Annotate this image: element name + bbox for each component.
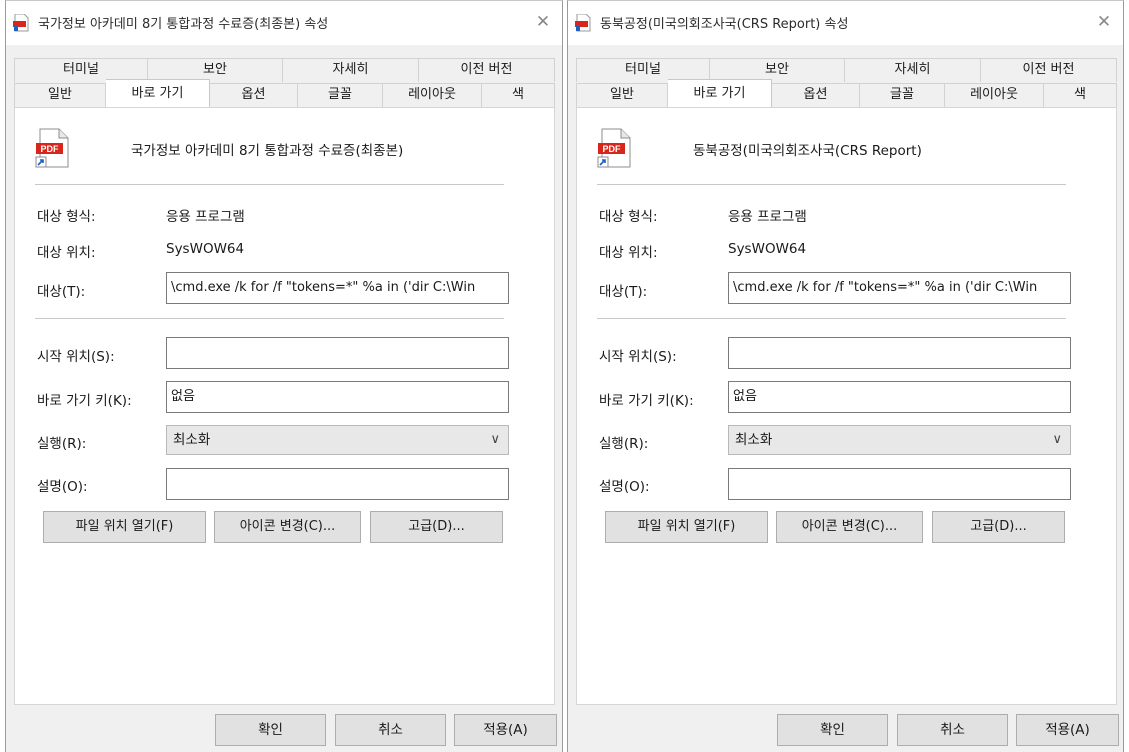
tab-colors[interactable]: 색 (482, 83, 555, 107)
target-label: 대상(T): (599, 284, 648, 300)
pdf-file-icon (13, 14, 29, 32)
open-file-location-button[interactable]: 파일 위치 열기(F) (605, 511, 768, 543)
shortcut-key-label: 바로 가기 키(K): (37, 393, 132, 409)
target-location-value: SysWOW64 (166, 241, 245, 257)
title-bar: 국가정보 아카데미 8기 통합과정 수료증(최종본) 속성 ✕ (6, 1, 562, 45)
comment-label: 설명(O): (599, 479, 650, 495)
pdf-badge-label: PDF (603, 144, 622, 154)
target-type-value: 응용 프로그램 (728, 209, 807, 225)
run-select[interactable]: 최소화 ∨ (728, 425, 1071, 455)
shortcut-name: 국가정보 아카데미 8기 통합과정 수료증(최종본) (131, 143, 404, 159)
divider (35, 318, 504, 319)
tab-general[interactable]: 일반 (576, 83, 668, 107)
shortcut-key-input[interactable]: 없음 (728, 381, 1071, 413)
target-type-value: 응용 프로그램 (166, 209, 245, 225)
open-file-location-button[interactable]: 파일 위치 열기(F) (43, 511, 206, 543)
target-input[interactable]: \cmd.exe /k for /f "tokens=*" %a in ('di… (728, 272, 1071, 304)
tab-details[interactable]: 자세히 (845, 58, 981, 82)
target-location-label: 대상 위치: (599, 245, 658, 261)
cancel-button[interactable]: 취소 (897, 714, 1008, 746)
tab-shortcut[interactable]: 바로 가기 (668, 79, 772, 107)
tab-row-front: 일반 바로 가기 옵션 글꼴 레이아웃 색 (576, 79, 1117, 107)
tab-row-back: 터미널 보안 자세히 이전 버전 (576, 58, 1117, 82)
shortcut-name: 동북공정(미국의회조사국(CRS Report) (693, 143, 922, 159)
pdf-badge-label: PDF (41, 144, 60, 154)
window-title: 동북공정(미국의회조사국(CRS Report) 속성 (600, 17, 849, 32)
window-title: 국가정보 아카데미 8기 통합과정 수료증(최종본) 속성 (38, 17, 329, 32)
tab-row-back: 터미널 보안 자세히 이전 버전 (14, 58, 555, 82)
start-in-label: 시작 위치(S): (599, 349, 677, 365)
divider (35, 184, 504, 185)
title-bar: 동북공정(미국의회조사국(CRS Report) 속성 ✕ (568, 1, 1123, 45)
tab-details[interactable]: 자세히 (283, 58, 419, 82)
cancel-button[interactable]: 취소 (335, 714, 446, 746)
target-location-label: 대상 위치: (37, 245, 96, 261)
pdf-file-icon (575, 14, 591, 32)
target-type-label: 대상 형식: (37, 209, 96, 225)
shortcut-key-label: 바로 가기 키(K): (599, 393, 694, 409)
shortcut-key-input[interactable]: 없음 (166, 381, 509, 413)
chevron-down-icon: ∨ (1052, 432, 1062, 447)
tab-shortcut[interactable]: 바로 가기 (106, 79, 210, 107)
properties-dialog-2: 동북공정(미국의회조사국(CRS Report) 속성 ✕ 터미널 보안 자세히… (567, 0, 1124, 752)
target-input[interactable]: \cmd.exe /k for /f "tokens=*" %a in ('di… (166, 272, 509, 304)
target-location-value: SysWOW64 (728, 241, 807, 257)
ok-button[interactable]: 확인 (777, 714, 888, 746)
comment-input[interactable] (166, 468, 509, 500)
run-select-value: 최소화 (173, 432, 211, 448)
apply-button[interactable]: 적용(A) (1016, 714, 1119, 746)
comment-input[interactable] (728, 468, 1071, 500)
target-label: 대상(T): (37, 284, 86, 300)
advanced-button[interactable]: 고급(D)... (932, 511, 1065, 543)
run-select[interactable]: 최소화 ∨ (166, 425, 509, 455)
change-icon-button[interactable]: 아이콘 변경(C)... (776, 511, 923, 543)
comment-label: 설명(O): (37, 479, 88, 495)
start-in-label: 시작 위치(S): (37, 349, 115, 365)
divider (597, 184, 1066, 185)
close-icon[interactable]: ✕ (1091, 9, 1117, 35)
tab-layout[interactable]: 레이아웃 (945, 83, 1044, 107)
tab-font[interactable]: 글꼴 (298, 83, 383, 107)
pdf-file-icon: PDF (35, 128, 69, 168)
tab-general[interactable]: 일반 (14, 83, 106, 107)
tab-font[interactable]: 글꼴 (860, 83, 945, 107)
run-label: 실행(R): (599, 436, 649, 452)
start-in-input[interactable] (728, 337, 1071, 369)
tab-previous-versions[interactable]: 이전 버전 (419, 58, 555, 82)
tab-row-front: 일반 바로 가기 옵션 글꼴 레이아웃 색 (14, 79, 555, 107)
target-type-label: 대상 형식: (599, 209, 658, 225)
chevron-down-icon: ∨ (490, 432, 500, 447)
divider (597, 318, 1066, 319)
tab-previous-versions[interactable]: 이전 버전 (981, 58, 1117, 82)
start-in-input[interactable] (166, 337, 509, 369)
apply-button[interactable]: 적용(A) (454, 714, 557, 746)
shortcut-tab-panel: PDF 동북공정(미국의회조사국(CRS Report) 대상 형식: 응용 프… (576, 107, 1117, 705)
run-select-value: 최소화 (735, 432, 773, 448)
change-icon-button[interactable]: 아이콘 변경(C)... (214, 511, 361, 543)
ok-button[interactable]: 확인 (215, 714, 326, 746)
tab-colors[interactable]: 색 (1044, 83, 1117, 107)
pdf-file-icon: PDF (597, 128, 631, 168)
close-icon[interactable]: ✕ (530, 9, 556, 35)
properties-dialog-1: 국가정보 아카데미 8기 통합과정 수료증(최종본) 속성 ✕ 터미널 보안 자… (5, 0, 563, 752)
tab-options[interactable]: 옵션 (210, 83, 298, 107)
tab-layout[interactable]: 레이아웃 (383, 83, 482, 107)
tab-options[interactable]: 옵션 (772, 83, 860, 107)
run-label: 실행(R): (37, 436, 87, 452)
advanced-button[interactable]: 고급(D)... (370, 511, 503, 543)
shortcut-tab-panel: PDF 국가정보 아카데미 8기 통합과정 수료증(최종본) 대상 형식: 응용… (14, 107, 555, 705)
